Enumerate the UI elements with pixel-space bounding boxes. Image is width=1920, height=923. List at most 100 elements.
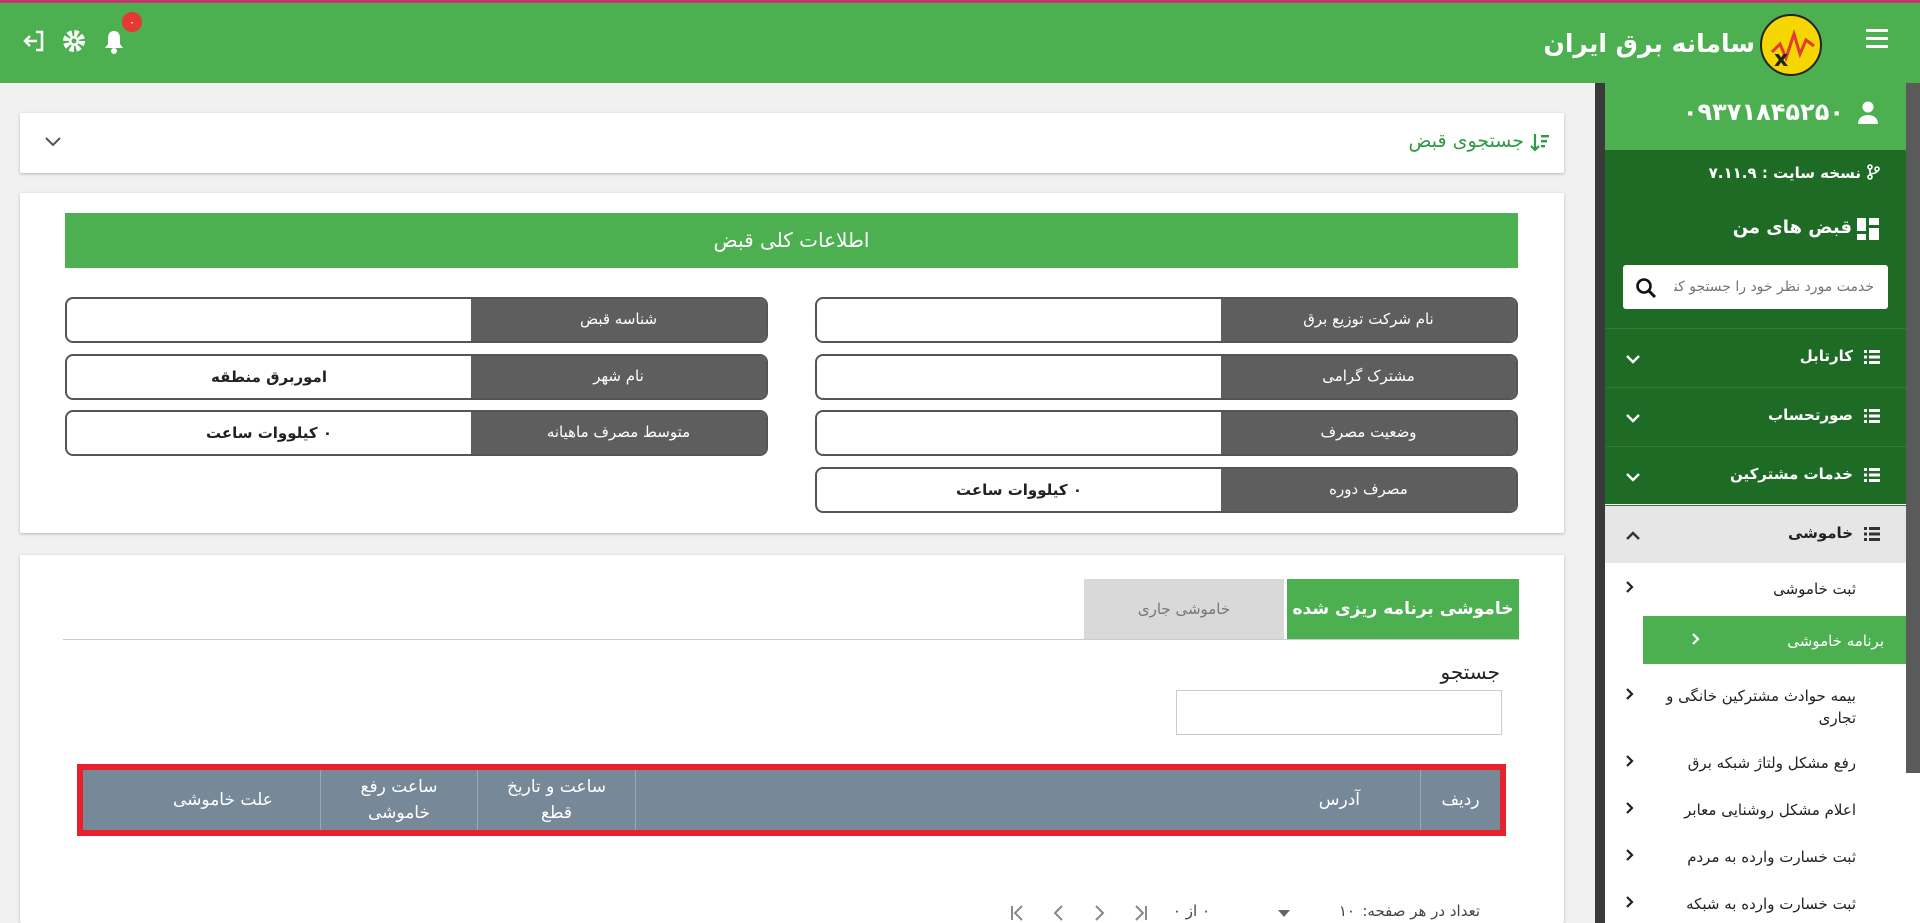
service-search-input[interactable] xyxy=(1674,265,1874,309)
sidebar-section-billing[interactable]: صورتحساب xyxy=(1605,387,1906,445)
sidebar-section-label: خدمات مشترکین xyxy=(1729,465,1853,483)
service-search-box xyxy=(1623,265,1888,309)
bill-search-panel[interactable]: جستجوی قبض xyxy=(20,113,1564,173)
last-page-icon[interactable] xyxy=(1008,902,1030,923)
per-page-label: تعداد در هر صفحه: xyxy=(1362,902,1480,920)
sidebar-item-damage-to-people[interactable]: ثبت خسارت وارده به مردم xyxy=(1605,832,1906,880)
column-header-label: ردیف xyxy=(1441,790,1480,810)
field-city: نام شهر اموربرق منطقه xyxy=(65,354,768,400)
field-label: شناسه قبض xyxy=(471,299,766,341)
field-value xyxy=(817,356,1221,398)
sidebar-section-outage[interactable]: خاموشی xyxy=(1605,505,1906,563)
chevron-down-icon xyxy=(1625,467,1641,486)
logo: x xyxy=(1760,14,1822,76)
next-page-icon[interactable] xyxy=(1048,902,1070,923)
scrollbar[interactable] xyxy=(1906,83,1920,773)
gear-icon[interactable] xyxy=(62,29,88,55)
label-line: خاموشی xyxy=(368,803,430,823)
chevron-left-icon xyxy=(1625,754,1635,772)
list-icon xyxy=(1864,526,1880,545)
chevron-down-icon xyxy=(1625,408,1641,427)
tab-divider xyxy=(63,639,1519,640)
bill-info-banner: اطلاعات کلی قبض xyxy=(65,213,1518,268)
field-consumption-status: وضعیت مصرف xyxy=(815,410,1518,456)
sidebar-section-label: صورتحساب xyxy=(1768,406,1853,424)
field-label: متوسط مصرف ماهیانه xyxy=(471,412,766,454)
sidebar-item-label: بیمه حوادث مشترکین خانگی و تجاری xyxy=(1666,687,1856,727)
pagination: تعداد در هر صفحه: ۱۰ ۰ از ۰ xyxy=(960,902,1480,923)
sidebar-item-voltage-issue[interactable]: رفع مشکل ولتاژ شبکه برق xyxy=(1605,738,1906,786)
field-value xyxy=(817,412,1221,454)
field-value: ۰ کیلووات ساعت xyxy=(205,424,333,442)
field-label: نام شرکت توزیع برق xyxy=(1221,299,1516,341)
svg-text:x: x xyxy=(1774,47,1788,72)
sidebar-item-label: اعلام مشکل روشنایی معابر xyxy=(1684,801,1856,819)
first-page-icon[interactable] xyxy=(1128,902,1150,923)
sidebar-section-customer-services[interactable]: خدمات مشترکین xyxy=(1605,446,1906,504)
chevron-down-icon[interactable] xyxy=(44,133,62,152)
search-label: جستجو xyxy=(1440,660,1500,684)
column-header-row[interactable]: ردیف xyxy=(1420,770,1500,830)
sidebar-item-street-lighting[interactable]: اعلام مشکل روشنایی معابر xyxy=(1605,785,1906,833)
app-title: سامانه برق ایران xyxy=(1543,29,1756,58)
chevron-left-icon xyxy=(1625,848,1635,866)
chevron-left-icon xyxy=(1625,895,1635,913)
outage-card: خاموشی برنامه ریزی شده خاموشی جاری جستجو… xyxy=(20,555,1564,923)
sidebar-item-label: رفع مشکل ولتاژ شبکه برق xyxy=(1687,754,1856,772)
field-label: مشترک گرامی xyxy=(1221,356,1516,398)
chevron-left-icon xyxy=(1691,632,1701,650)
search-icon[interactable] xyxy=(1635,277,1657,303)
outage-search-input[interactable] xyxy=(1176,690,1502,735)
field-value: ۰ کیلووات ساعت xyxy=(955,481,1083,499)
sidebar: ۰۹۳۷۱۸۴۵۲۵۰ نسخه سایت : ۷.۱۱.۹ قبض های م… xyxy=(1595,83,1920,923)
notification-badge: ۰ xyxy=(122,12,142,32)
list-icon xyxy=(1864,467,1880,486)
column-header-label: علت خاموشی xyxy=(173,790,273,810)
version-label: نسخه سایت : ۷.۱۱.۹ xyxy=(1708,164,1861,182)
branch-icon xyxy=(1866,164,1880,184)
per-page-select[interactable]: ۱۰ xyxy=(1339,902,1355,920)
bill-search-title: جستجوی قبض xyxy=(1408,130,1524,152)
sidebar-item-label: ثبت خاموشی xyxy=(1773,580,1856,598)
previous-page-icon[interactable] xyxy=(1088,902,1110,923)
user-header: ۰۹۳۷۱۸۴۵۲۵۰ xyxy=(1605,83,1906,150)
dashboard-icon xyxy=(1856,217,1880,245)
tab-scheduled-outage[interactable]: خاموشی برنامه ریزی شده xyxy=(1287,579,1519,639)
column-header-cut-time[interactable]: ساعت و تاریخ قطع xyxy=(477,770,635,830)
sidebar-item-label: ثبت خسارت وارده به مردم xyxy=(1687,848,1856,866)
chevron-down-icon xyxy=(1625,349,1641,368)
chevron-left-icon xyxy=(1625,687,1635,705)
bell-icon[interactable] xyxy=(102,29,128,55)
column-header-cause[interactable]: علت خاموشی xyxy=(83,770,320,830)
user-icon xyxy=(1857,101,1879,129)
top-bar: x سامانه برق ایران ۰ xyxy=(0,0,1920,83)
sidebar-item-outage-schedule[interactable]: برنامه خاموشی xyxy=(1643,616,1906,664)
sidebar-section-label: خاموشی xyxy=(1787,524,1853,542)
chevron-left-icon xyxy=(1625,801,1635,819)
label-line: قطع xyxy=(540,803,573,823)
sidebar-section-cartable[interactable]: کارتابل xyxy=(1605,328,1906,386)
sidebar-item-damage-to-network[interactable]: ثبت خسارت وارده به شبکه xyxy=(1605,879,1906,923)
my-bills-title[interactable]: قبض های من xyxy=(1733,217,1852,238)
field-label: وضعیت مصرف xyxy=(1221,412,1516,454)
field-company: نام شرکت توزیع برق xyxy=(815,297,1518,343)
sidebar-item-accident-insurance[interactable]: بیمه حوادث مشترکین خانگی و تجاری xyxy=(1605,671,1906,735)
field-label: نام شهر xyxy=(471,356,766,398)
bill-info-card: اطلاعات کلی قبض نام شرکت توزیع برق شناسه… xyxy=(20,193,1564,533)
column-header-label: آدرس xyxy=(1318,790,1360,810)
chevron-up-icon xyxy=(1625,526,1641,545)
chevron-left-icon xyxy=(1625,580,1635,598)
caret-down-icon[interactable] xyxy=(1278,910,1290,917)
hamburger-menu-icon[interactable] xyxy=(1866,29,1888,51)
field-value xyxy=(817,299,1221,341)
label-line: ساعت رفع xyxy=(360,777,438,797)
column-header-address[interactable]: آدرس xyxy=(635,770,1420,830)
tab-current-outage[interactable]: خاموشی جاری xyxy=(1084,579,1284,639)
column-header-restore-time[interactable]: ساعت رفع خاموشی xyxy=(320,770,477,830)
column-header-label: ساعت و تاریخ قطع xyxy=(507,774,606,826)
logout-icon[interactable] xyxy=(22,29,48,55)
field-value xyxy=(67,299,471,341)
field-avg-monthly: متوسط مصرف ماهیانه ۰ کیلووات ساعت xyxy=(65,410,768,456)
field-label: مصرف دوره xyxy=(1221,469,1516,511)
sidebar-item-register-outage[interactable]: ثبت خاموشی xyxy=(1605,564,1906,612)
